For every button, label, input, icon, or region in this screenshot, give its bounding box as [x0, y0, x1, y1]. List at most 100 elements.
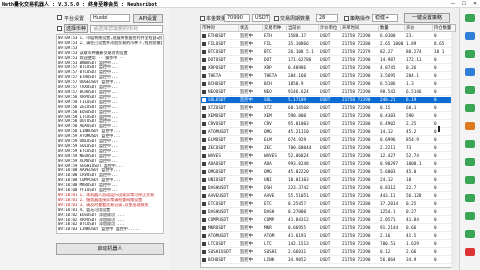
table-row[interactable]: CRVUSDT 监控中 CRV 95.01003 USDT 21758 72280 6.49…	[201, 121, 455, 129]
table-row[interactable]: OMGUSDT 监控中 OMG 45.02220 USDT 21758 72290 5.60…	[201, 169, 455, 177]
table-row[interactable]: BCHUSDT 监控中 BCH 1850.9 USDT 21758 72290 6.5186…	[201, 81, 455, 89]
column-header[interactable]: 状态	[239, 25, 263, 32]
exit-icon[interactable]	[465, 248, 475, 256]
row-checkbox[interactable]	[202, 106, 206, 110]
row-checkbox[interactable]	[202, 42, 206, 46]
table-row[interactable]: DASHUSDT 监控中 DSH 223.3742 USDT 21758 72290 0.8…	[201, 185, 455, 193]
row-checkbox[interactable]	[202, 122, 206, 126]
coin-search-input[interactable]: 请选择您需要的币对	[90, 25, 163, 33]
mode-select[interactable]: 稳健+	[372, 14, 398, 22]
table-row[interactable]: AAVEUSDT 监控中 AAVE 55.51051 USDT 21758 72290 44…	[201, 193, 455, 201]
row-checkbox[interactable]	[202, 226, 206, 230]
row-checkbox[interactable]	[202, 162, 206, 166]
table-row[interactable]: DOTUSDT 监控中 DOT 171.62786 USDT 21758 72290 14.…	[201, 57, 455, 65]
row-checkbox[interactable]	[202, 74, 206, 78]
user-icon[interactable]	[465, 86, 475, 94]
table-row[interactable]: ZECUSDT 监控中 ZEC 700.68044 USDT 21758 72290 2.2…	[201, 145, 455, 153]
row-checkbox[interactable]	[202, 202, 206, 206]
table-row[interactable]: MKRUSDT 监控中 MKR 0.66955 USDT 21758 72290 91.21…	[201, 225, 455, 233]
refresh-icon[interactable]	[465, 212, 475, 220]
home-icon[interactable]	[465, 14, 475, 22]
star-icon[interactable]	[465, 176, 475, 184]
table-row[interactable]: XEMUSDT 监控中 XEM 590.000 USDT 21758 72290 0.430…	[201, 113, 455, 121]
row-checkbox[interactable]	[202, 82, 206, 86]
table-cell: USDT	[320, 170, 331, 175]
row-checkbox[interactable]	[202, 34, 206, 38]
table-row[interactable]: BTCUSDT 监控中 BTC 26.108 5.1 USDT 21758 72279 82…	[201, 49, 455, 57]
table-cell: LTCUSDT	[208, 242, 227, 247]
row-checkbox[interactable]	[202, 130, 206, 134]
row-checkbox[interactable]	[202, 210, 206, 214]
settings-icon[interactable]	[465, 50, 475, 58]
row-checkbox[interactable]	[202, 146, 206, 150]
table-row[interactable]: ATOMUSDT 监控中 ATOM 41.6193 USDT 21758 72290 2.1…	[201, 233, 455, 241]
platform-select[interactable]: Huobi	[90, 14, 130, 22]
row-checkbox[interactable]	[202, 194, 206, 198]
one-key-strategy-button[interactable]: 一键设置策略	[404, 13, 450, 23]
list-icon[interactable]	[465, 68, 475, 76]
table-cell: LTC	[264, 242, 272, 247]
table-cell: UNI	[264, 178, 272, 183]
start-robot-button[interactable]: 启动机器人	[56, 243, 164, 255]
column-header[interactable]: 开单时间	[341, 25, 379, 32]
table-row[interactable]: ETCUSDT 监控中 ETC 0.25457 USDT 21758 72280 37.20…	[201, 201, 455, 209]
balance-input[interactable]: 70990	[224, 14, 250, 22]
table-scrollbar[interactable]	[451, 32, 456, 268]
bell-icon[interactable]	[465, 122, 475, 130]
minimize-button[interactable]: —	[448, 0, 458, 8]
row-checkbox[interactable]	[202, 218, 206, 222]
table-row[interactable]: FILUSDT 监控中 FIL 35.10866 USDT 21758 72280 2.65…	[201, 41, 455, 49]
row-checkbox[interactable]	[202, 98, 206, 102]
info-icon[interactable]	[465, 230, 475, 238]
row-checkbox[interactable]	[202, 178, 206, 182]
row-checkbox[interactable]	[202, 66, 206, 70]
table-row[interactable]: WAVES 监控中 WAVES 52.06824 USDT 21758 72290 12.4…	[201, 153, 455, 161]
row-checkbox[interactable]	[202, 114, 206, 118]
row-checkbox[interactable]	[202, 50, 206, 54]
row-checkbox[interactable]	[202, 170, 206, 174]
table-row[interactable]: SUSHIUSDT 监控中 SUSHI 2.66011 USDT 21758 72290 0…	[201, 249, 455, 257]
table-row[interactable]: SOLUSDT 监控中 SOL 5.17109 USDT 21758 72290 240.2…	[201, 97, 455, 105]
column-header[interactable]: 交易币种	[263, 25, 287, 32]
row-checkbox[interactable]	[202, 258, 206, 262]
table-row[interactable]: ATOMUSDT 监控中 OMG 45.21110 USDT 21758 72290 14.…	[201, 129, 455, 137]
column-header[interactable]: 持仓数量	[433, 25, 455, 32]
table-row[interactable]: BCHUSDT 监控中 LINK 34.9052 USDT 21758 72290 56.8…	[201, 257, 455, 265]
chart-icon[interactable]	[465, 32, 475, 40]
table-row[interactable]: DASHUSDT 监控中 DASH 0.27000 USDT 21758 72290 125…	[201, 209, 455, 217]
column-header[interactable]: 数量	[379, 25, 405, 32]
row-checkbox[interactable]	[202, 242, 206, 246]
log-icon[interactable]	[465, 194, 475, 202]
row-checkbox[interactable]	[202, 138, 206, 142]
row-checkbox[interactable]	[202, 154, 206, 158]
table-row[interactable]: THETA 监控中 THETA 204.160 USDT 21758 72290 3.569…	[201, 73, 455, 81]
row-checkbox[interactable]	[202, 90, 206, 94]
column-header[interactable]: 当前价	[287, 25, 319, 32]
table-row[interactable]: COMPUSDT 监控中 COMP 41.84312 USDT 21758 72290 2.…	[201, 217, 455, 225]
row-checkbox[interactable]	[202, 58, 206, 62]
row-checkbox[interactable]	[202, 186, 206, 190]
table-row[interactable]: XRPUSDT 监控中 XRP 0.40986 USDT 21758 72290 4.874…	[201, 65, 455, 73]
table-cell: USDT	[320, 154, 331, 159]
column-header[interactable]: 计价单位	[319, 25, 341, 32]
api-settings-button[interactable]: API设置	[133, 14, 163, 23]
maximize-button[interactable]: ☐	[459, 0, 469, 8]
table-row[interactable]: ELMUSDT 监控中 ELM 674.929 USDT 21758 72290 0.699…	[201, 137, 455, 145]
table-row[interactable]: NEOUSDT 监控中 NEO 9146.624 USDT 21758 72290 98.5…	[201, 89, 455, 97]
count-input[interactable]: 28	[316, 14, 338, 22]
table-row[interactable]: ETHUSDT 监控中 ETH 1588.17 USDT 21758 72290 6.010…	[201, 33, 455, 41]
lock-icon[interactable]	[465, 158, 475, 166]
column-header[interactable]: 币种对	[201, 25, 239, 32]
table-row[interactable]: UNIUSDT 监控中 UNI 10.01103 USDT 21758 72290 24.1…	[201, 177, 455, 185]
row-checkbox[interactable]	[202, 250, 206, 254]
close-button[interactable]: ✕	[470, 0, 480, 8]
help-icon[interactable]	[465, 140, 475, 148]
table-row[interactable]: LTCUSDT 监控中 LTC 142.1513 USDT 21758 72290 700.…	[201, 241, 455, 249]
wallet-icon[interactable]	[465, 104, 475, 112]
table-row[interactable]: ADAUSDT 监控中 ADA 993.8248 USDT 21758 72290 0.90…	[201, 161, 455, 169]
table-row[interactable]: XTZUSDT 监控中 XTZ 60.14568 USDT 21758 72290 0.15…	[201, 105, 455, 113]
row-checkbox[interactable]	[202, 234, 206, 238]
column-header[interactable]: 买价	[405, 25, 433, 32]
select-coin-button[interactable]: 选择币种	[64, 24, 88, 33]
currency-select[interactable]: USDT	[252, 14, 270, 22]
